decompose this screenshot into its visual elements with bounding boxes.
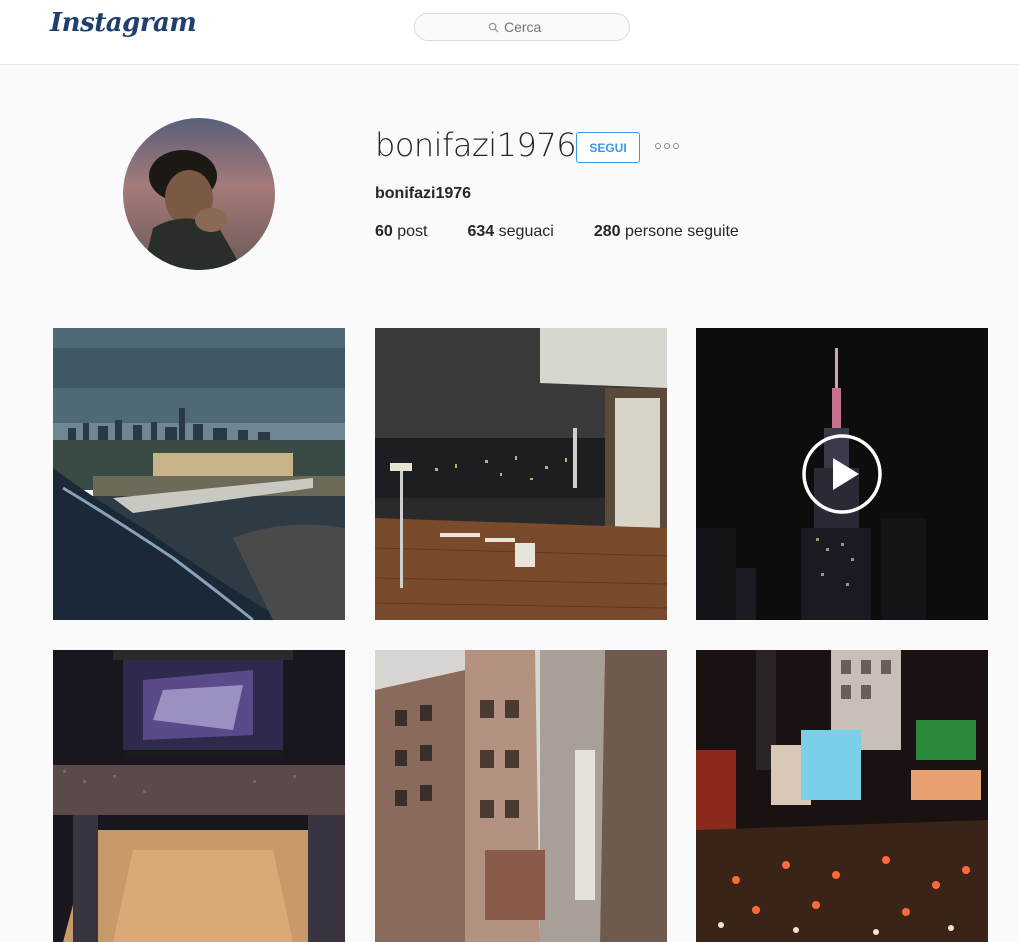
- posts-stat: 60 post: [375, 223, 428, 241]
- following-label: persone seguite: [624, 223, 739, 240]
- posts-count: 60: [375, 223, 393, 240]
- post-thumbnail[interactable]: [375, 328, 667, 620]
- more-options-icon[interactable]: [655, 143, 679, 149]
- play-icon[interactable]: [801, 433, 883, 515]
- profile-full-name: bonifazi1976: [375, 185, 472, 202]
- search-icon: [488, 22, 499, 33]
- post-thumbnail[interactable]: [696, 650, 988, 942]
- search-box[interactable]: [414, 13, 630, 41]
- search-input[interactable]: [504, 19, 556, 35]
- post-thumbnail[interactable]: [375, 650, 667, 942]
- followers-label: seguaci: [498, 223, 554, 240]
- follow-button[interactable]: SEGUI: [576, 132, 640, 163]
- top-bar: Instagram: [0, 0, 1019, 65]
- following-stat[interactable]: 280 persone seguite: [594, 223, 739, 241]
- post-thumbnail[interactable]: [53, 650, 345, 942]
- followers-count: 634: [467, 223, 495, 240]
- avatar: [123, 118, 275, 270]
- following-count: 280: [593, 223, 621, 240]
- followers-stat[interactable]: 634 seguaci: [468, 223, 554, 241]
- profile-username: bonifazi1976: [375, 126, 577, 164]
- instagram-logo[interactable]: Instagram: [50, 8, 197, 38]
- post-thumbnail-video[interactable]: [696, 328, 988, 620]
- posts-label: post: [397, 223, 428, 240]
- post-thumbnail[interactable]: [53, 328, 345, 620]
- profile-stats: 60 post 634 seguaci 280 persone seguite: [375, 223, 779, 241]
